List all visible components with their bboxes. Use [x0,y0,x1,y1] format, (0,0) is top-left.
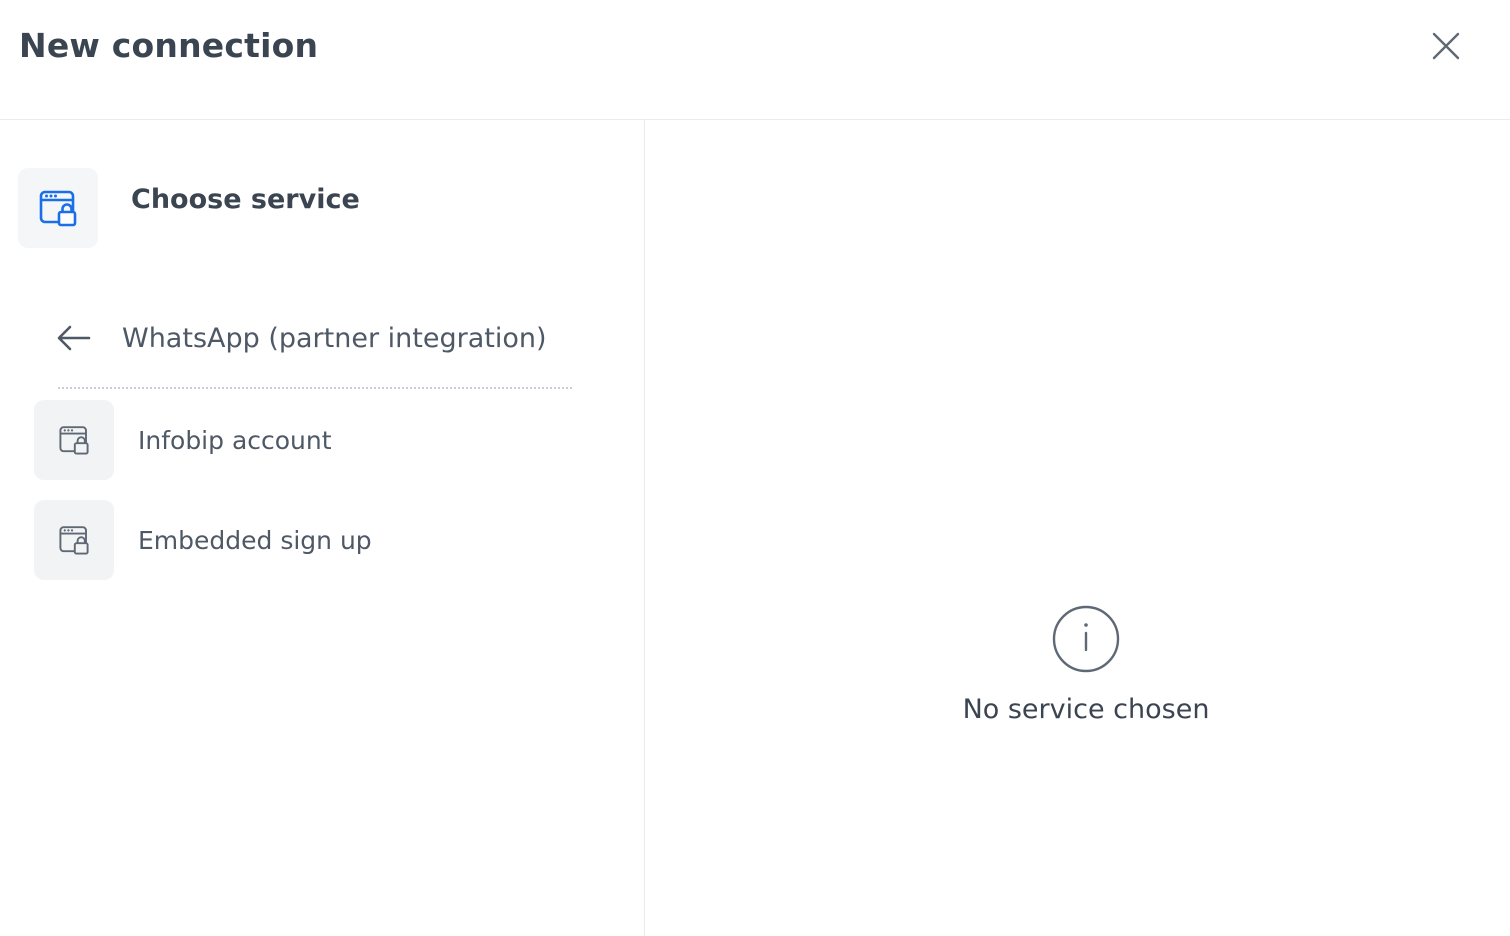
info-icon [1052,605,1120,673]
browser-lock-icon [39,190,77,227]
close-button[interactable] [1422,22,1470,70]
choose-service-step-tile [18,168,98,248]
empty-state-text: No service chosen [962,694,1210,725]
service-selection-pane: Choose service WhatsApp (partner integra… [0,120,645,936]
close-icon [1432,32,1460,60]
modal-header: New connection [0,0,1510,120]
arrow-left-icon [50,314,98,362]
option-embedded-sign-up[interactable]: Embedded sign up [34,500,594,580]
option-label: Embedded sign up [138,525,372,555]
option-infobip-account[interactable]: Infobip account [34,400,594,480]
option-icon-tile [34,400,114,480]
option-label: Infobip account [138,425,332,455]
divider [58,387,572,389]
service-details-pane: No service chosen [646,120,1510,936]
empty-state: No service chosen [886,604,1286,725]
service-group-title: WhatsApp (partner integration) [122,322,547,354]
browser-lock-icon [59,526,89,555]
choose-service-label: Choose service [131,184,360,215]
option-icon-tile [34,500,114,580]
browser-lock-icon [59,426,89,455]
modal-title: New connection [19,26,319,65]
back-to-services-button[interactable]: WhatsApp (partner integration) [50,312,590,364]
